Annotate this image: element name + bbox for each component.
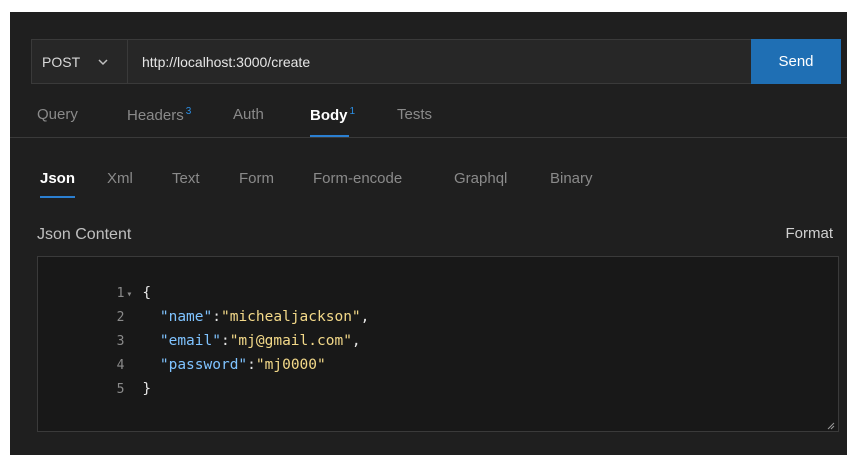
- method-label: POST: [42, 53, 81, 70]
- request-tabs: Query Headers 3 Auth Body 1 Tests: [10, 96, 847, 138]
- headers-count-badge: 3: [185, 106, 192, 117]
- body-count-badge: 1: [349, 106, 356, 117]
- tab-auth[interactable]: Auth: [233, 106, 264, 133]
- body-tab-form-encode[interactable]: Form-encode: [313, 170, 402, 187]
- json-value: "mj0000": [255, 357, 326, 373]
- json-editor[interactable]: 1 ▾{ 2 "name":"michealjackson", 3 "email"…: [37, 256, 839, 432]
- method-select[interactable]: POST: [32, 40, 128, 83]
- tab-headers[interactable]: Headers 3: [127, 106, 191, 134]
- tab-body[interactable]: Body 1: [310, 106, 356, 137]
- url-bar: POST Send: [31, 39, 841, 84]
- code-line: 4 "password":"mj0000": [38, 335, 326, 373]
- body-tab-text[interactable]: Text: [172, 170, 200, 187]
- top-strip: [0, 0, 847, 12]
- body-tab-binary[interactable]: Binary: [550, 170, 593, 187]
- body-tab-json[interactable]: Json: [40, 170, 76, 198]
- body-tab-xml[interactable]: Xml: [107, 170, 133, 187]
- body-tab-form[interactable]: Form: [239, 170, 274, 187]
- resize-grip-icon[interactable]: [825, 418, 835, 430]
- tab-tests[interactable]: Tests: [397, 106, 432, 133]
- code-line: 2 "name":"michealjackson",: [38, 287, 370, 325]
- json-key: "password": [159, 357, 248, 373]
- code-line: 5}: [38, 359, 152, 397]
- tab-query[interactable]: Query: [37, 106, 78, 133]
- body-tab-graphql[interactable]: Graphql: [454, 170, 507, 187]
- line-number: 5: [116, 382, 125, 397]
- format-button[interactable]: Format: [779, 224, 839, 243]
- url-input[interactable]: [142, 40, 742, 83]
- send-button[interactable]: Send: [751, 39, 841, 84]
- request-panel: POST Send Query Headers3 Auth Body1 Test…: [10, 12, 847, 455]
- chevron-down-icon: [96, 55, 110, 69]
- code-line: 1 ▾{: [38, 263, 152, 301]
- code-line: 3 "email":"mj@gmail.com",: [38, 311, 361, 349]
- json-content-label: Json Content: [37, 226, 132, 243]
